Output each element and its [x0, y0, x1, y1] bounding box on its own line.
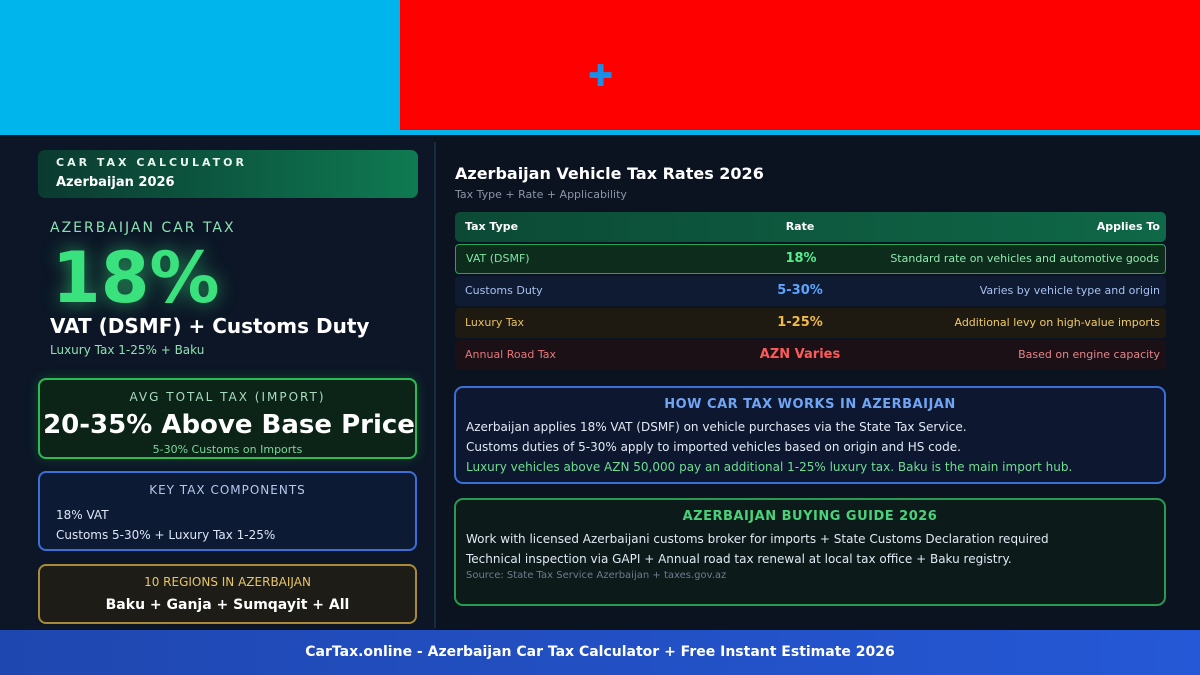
- row-tax-type: VAT (DSMF): [466, 252, 530, 265]
- brand-subtitle: Azerbaijan 2026: [56, 175, 175, 190]
- regions-card: 10 REGIONS IN AZERBAIJAN Baku + Ganja + …: [38, 564, 417, 624]
- row-tax-type: Customs Duty: [465, 284, 543, 297]
- table-row: Luxury Tax 1-25% Additional levy on high…: [455, 308, 1166, 338]
- buying-guide-line: Work with licensed Azerbaijani customs b…: [466, 532, 1049, 546]
- header-tax-type: Tax Type: [465, 220, 519, 233]
- regions-title: 10 REGIONS IN AZERBAIJAN: [144, 575, 311, 589]
- right-panel: Azerbaijan Vehicle Tax Rates 2026 Tax Ty…: [436, 138, 1200, 630]
- table-row: Customs Duty 5-30% Varies by vehicle typ…: [455, 276, 1166, 306]
- header-rate: Rate: [785, 220, 815, 233]
- source-note: Source: State Tax Service Azerbaijan + t…: [466, 570, 727, 581]
- buying-guide-card: AZERBAIJAN BUYING GUIDE 2026 Work with l…: [454, 498, 1166, 606]
- key-components-line: 18% VAT: [56, 508, 109, 522]
- row-rate: 1-25%: [777, 315, 823, 330]
- tax-rates-table: Tax Type Rate Applies To VAT (DSMF) 18% …: [455, 212, 1166, 370]
- rates-subtitle: Tax Type + Rate + Applicability: [455, 188, 627, 201]
- azerbaijan-flag: ✚: [0, 0, 1200, 135]
- row-applies-to: Additional levy on high-value imports: [954, 316, 1160, 329]
- table-row: VAT (DSMF) 18% Standard rate on vehicles…: [455, 244, 1166, 274]
- avg-total-sub: 5-30% Customs on Imports: [152, 443, 303, 456]
- row-tax-type: Annual Road Tax: [465, 348, 556, 361]
- key-components-card: KEY TAX COMPONENTS 18% VAT Customs 5-30%…: [38, 471, 417, 551]
- key-components-line: Customs 5-30% + Luxury Tax 1-25%: [56, 528, 276, 542]
- brand-kicker: CAR TAX CALCULATOR: [56, 156, 247, 169]
- footer-banner: CarTax.online - Azerbaijan Car Tax Calcu…: [0, 630, 1200, 675]
- row-rate: AZN Varies: [759, 347, 841, 362]
- row-applies-to: Based on engine capacity: [1018, 348, 1160, 361]
- row-tax-type: Luxury Tax: [465, 316, 525, 329]
- brand-header: CAR TAX CALCULATOR Azerbaijan 2026: [38, 150, 418, 198]
- avg-total-label: AVG TOTAL TAX (IMPORT): [129, 390, 326, 404]
- header-applies-to: Applies To: [1096, 220, 1160, 233]
- table-header: Tax Type Rate Applies To: [455, 212, 1166, 242]
- left-panel: CAR TAX CALCULATOR Azerbaijan 2026 AZERB…: [0, 138, 434, 630]
- buying-guide-line: Technical inspection via GAPI + Annual r…: [466, 552, 1012, 566]
- table-row: Annual Road Tax AZN Varies Based on engi…: [455, 340, 1166, 370]
- row-applies-to: Standard rate on vehicles and automotive…: [890, 252, 1159, 265]
- flag-red-band: [400, 0, 1200, 130]
- avg-total-value: 20-35% Above Base Price: [43, 410, 415, 440]
- how-it-works-card: HOW CAR TAX WORKS IN AZERBAIJAN Azerbaij…: [454, 386, 1166, 484]
- buying-guide-title: AZERBAIJAN BUYING GUIDE 2026: [682, 509, 938, 524]
- avg-total-tax-card: AVG TOTAL TAX (IMPORT) 20-35% Above Base…: [38, 378, 417, 459]
- flag-blue-band: [0, 0, 400, 135]
- rates-title: Azerbaijan Vehicle Tax Rates 2026: [455, 164, 764, 183]
- hero-label: AZERBAIJAN CAR TAX: [50, 220, 236, 236]
- how-it-works-line: Customs duties of 5-30% apply to importe…: [466, 440, 961, 454]
- how-it-works-line: Azerbaijan applies 18% VAT (DSMF) on veh…: [466, 420, 967, 434]
- row-rate: 18%: [785, 251, 817, 266]
- hero-value: 18%: [52, 237, 220, 319]
- hero-main-text: VAT (DSMF) + Customs Duty: [50, 314, 370, 338]
- flag-blue-stripe: [400, 130, 1200, 135]
- hero-sub-text: Luxury Tax 1-25% + Baku: [50, 343, 205, 357]
- crescent-star-icon: ✚: [588, 59, 614, 94]
- how-it-works-title: HOW CAR TAX WORKS IN AZERBAIJAN: [664, 397, 956, 412]
- key-components-title: KEY TAX COMPONENTS: [149, 483, 306, 497]
- regions-list: Baku + Ganja + Sumqayit + All: [105, 597, 350, 613]
- row-rate: 5-30%: [777, 283, 823, 298]
- row-applies-to: Varies by vehicle type and origin: [979, 284, 1160, 297]
- how-it-works-line: Luxury vehicles above AZN 50,000 pay an …: [466, 460, 1073, 474]
